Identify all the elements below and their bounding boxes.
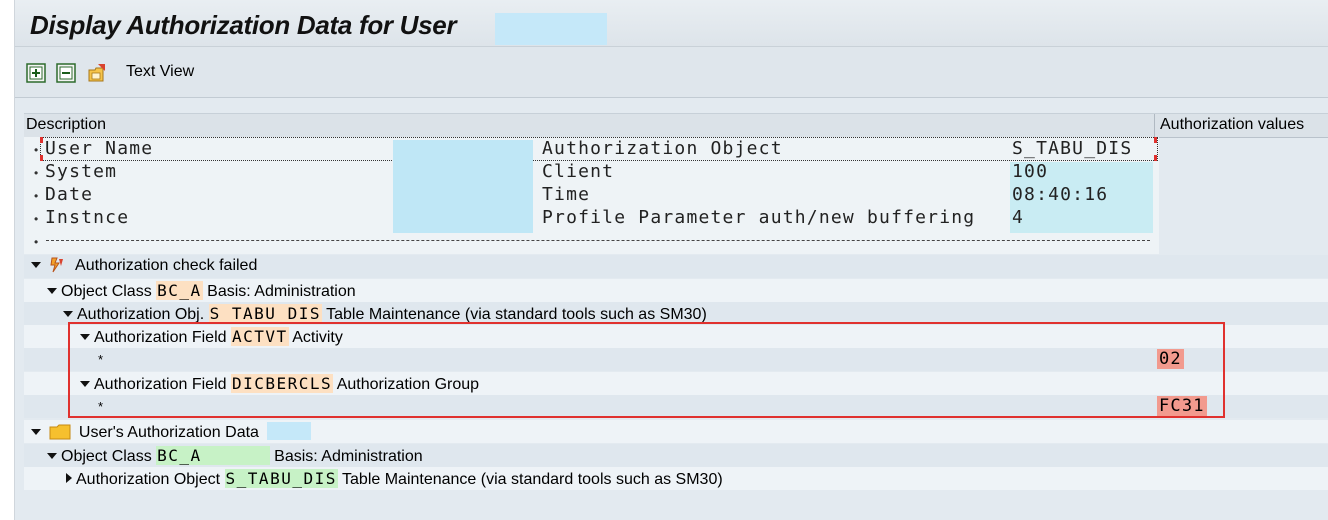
info-key-client: Client — [542, 161, 615, 182]
object-class-code: BC_A — [156, 446, 270, 465]
page-title: Display Authorization Data for User — [30, 10, 457, 40]
info-divider — [46, 240, 1150, 241]
info-redaction — [393, 140, 533, 233]
info-key-time: Time — [542, 184, 591, 205]
column-authorization-values[interactable]: Authorization values — [1160, 116, 1304, 134]
error-flash-icon — [50, 257, 64, 273]
text-view-button[interactable]: Text View — [126, 63, 194, 81]
info-key-authorization-object: Authorization Object — [542, 138, 783, 159]
tree-node-object-class-2[interactable]: Object Class BC_A Basis: Administration — [24, 444, 1328, 467]
error-highlight-frame — [68, 322, 1225, 418]
info-key-profile-parameter: Profile Parameter auth/new buffering — [542, 207, 976, 228]
column-description[interactable]: Description — [26, 116, 106, 134]
expand-arrow-icon[interactable] — [47, 288, 57, 294]
authorization-obj-prefix: Authorization Obj. — [77, 306, 205, 323]
focus-corner — [1154, 155, 1157, 161]
collapse-all-icon[interactable] — [56, 63, 76, 83]
object-class-prefix: Object Class — [61, 283, 152, 300]
info-value-time: 08:40:16 — [1012, 184, 1109, 205]
focus-corner — [40, 155, 43, 161]
left-margin — [0, 0, 15, 520]
authorization-object-prefix: Authorization Object — [76, 471, 221, 488]
collapsed-arrow-icon[interactable] — [66, 473, 72, 483]
focus-corner — [40, 137, 43, 143]
authorization-object-text: Table Maintenance (via standard tools su… — [342, 471, 723, 488]
expand-arrow-icon[interactable] — [31, 429, 41, 435]
tree-node-user-auth-data[interactable]: User's Authorization Data — [24, 420, 1328, 443]
application-toolbar: Text View — [15, 47, 1328, 98]
tree-node-object-class[interactable]: Object Class BC_A Basis: Administration — [24, 279, 1328, 302]
info-label-user-name: User Name — [45, 138, 154, 159]
tree-node-authorization-object-2[interactable]: Authorization Object S_TABU_DIS Table Ma… — [24, 467, 1328, 490]
title-bar: Display Authorization Data for User — [15, 0, 1328, 47]
focus-corner — [1154, 137, 1157, 143]
expand-arrow-icon[interactable] — [31, 262, 41, 268]
info-value-profile-parameter: 4 — [1012, 207, 1025, 228]
object-class-prefix: Object Class — [61, 448, 152, 465]
info-label-instance: Instnce — [45, 207, 130, 228]
info-label-system: System — [45, 161, 118, 182]
object-class-text: Basis: Administration — [274, 448, 423, 465]
column-header: Description Authorization values — [24, 113, 1328, 138]
tree-label-user-auth-data: User's Authorization Data — [78, 424, 259, 441]
folder-icon — [49, 424, 71, 440]
info-label-date: Date — [45, 184, 94, 205]
info-value-authorization-object: S_TABU_DIS — [1012, 138, 1133, 159]
object-class-code: BC_A — [156, 281, 203, 300]
expand-arrow-icon[interactable] — [63, 311, 73, 317]
folder-share-icon[interactable] — [87, 63, 107, 83]
authorization-obj-code: S_TABU_DIS — [208, 304, 322, 323]
authorization-obj-text: Table Maintenance (via standard tools su… — [326, 306, 707, 323]
tree-label-check-failed: Authorization check failed — [75, 257, 258, 274]
user-name-redaction — [495, 13, 607, 45]
user-redaction — [267, 422, 312, 440]
info-value-client: 100 — [1012, 161, 1049, 182]
tree-node-check-failed[interactable]: Authorization check failed — [24, 255, 1328, 278]
expand-all-icon[interactable] — [26, 63, 46, 83]
column-separator[interactable] — [1154, 114, 1155, 137]
expand-arrow-icon[interactable] — [47, 453, 57, 459]
authorization-object-code: S_TABU_DIS — [224, 469, 338, 488]
object-class-text: Basis: Administration — [207, 283, 356, 300]
